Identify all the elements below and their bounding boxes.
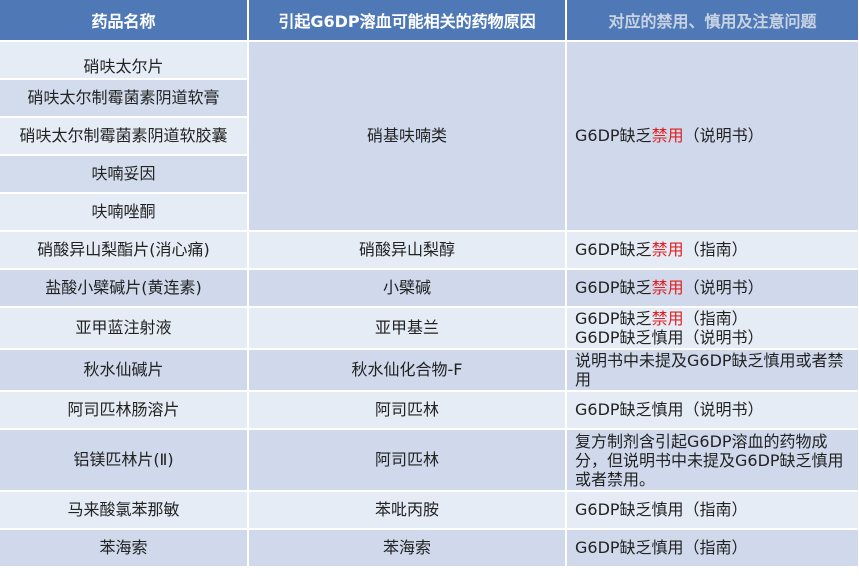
note-suffix: （说明书）	[683, 278, 764, 297]
table-row: 马来酸氯苯那敏 苯吡丙胺 G6DP缺乏慎用（指南）	[0, 491, 859, 530]
drug-name: 硝呋太尔制霉菌素阴道软胶囊	[0, 117, 249, 156]
cause-cell: 小檗碱	[248, 269, 567, 308]
table-row: 硝酸异山梨酯片(消心痛) 硝酸异山梨醇 G6DP缺乏禁用（指南）	[0, 231, 859, 270]
note-line-1: G6DP缺乏禁用（指南）	[575, 309, 852, 328]
drug-name: 阿司匹林肠溶片	[0, 391, 249, 430]
table-header-row: 药品名称 引起G6DP溶血可能相关的药物原因 对应的禁用、慎用及注意问题	[0, 0, 859, 42]
cause-cell: 亚甲基兰	[248, 307, 567, 350]
drug-name: 盐酸小檗碱片(黄连素)	[0, 269, 249, 308]
note-line-2: G6DP缺乏慎用（说明书）	[575, 328, 764, 347]
note-prefix: G6DP缺乏	[575, 240, 652, 259]
cause-cell: 硝酸异山梨醇	[248, 231, 567, 270]
note-cell: G6DP缺乏慎用（说明书）	[566, 391, 859, 430]
table-row: 硝呋太尔片 硝基呋喃类 G6DP缺乏禁用（说明书）	[0, 41, 859, 232]
drug-table-page: 药品名称 引起G6DP溶血可能相关的药物原因 对应的禁用、慎用及注意问题 硝呋太…	[0, 0, 859, 577]
table-row: 盐酸小檗碱片(黄连素) 小檗碱 G6DP缺乏禁用（说明书）	[0, 269, 859, 308]
drug-name: 硝呋太尔制霉菌素阴道软膏	[0, 79, 249, 118]
note-red: 禁用	[651, 240, 684, 259]
drug-name: 呋喃妥因	[0, 155, 249, 194]
table-row: 秋水仙碱片 秋水仙化合物-F 说明书中未提及G6DP缺乏慎用或者禁用	[0, 349, 859, 392]
cause-cell: 苯海索	[248, 529, 567, 568]
drug-name: 苯海索	[0, 529, 249, 568]
header-drug-name: 药品名称	[0, 0, 249, 42]
table-row: 铝镁匹林片(Ⅱ) 阿司匹林 复方制剂含引起G6DP溶血的药物成分，但说明书中未提…	[0, 429, 859, 492]
note-suffix: （说明书）	[683, 126, 764, 145]
note-red: 禁用	[651, 126, 684, 145]
note-suffix: （指南）	[683, 240, 748, 259]
note-suffix: （指南）	[683, 309, 748, 328]
table-row: 苯海索 苯海索 G6DP缺乏慎用（指南）	[0, 529, 859, 568]
cause-cell: 苯吡丙胺	[248, 491, 567, 530]
note-cell: 说明书中未提及G6DP缺乏慎用或者禁用	[566, 349, 859, 392]
cause-cell: 阿司匹林	[248, 429, 567, 492]
note-red: 禁用	[651, 309, 684, 328]
drug-name: 马来酸氯苯那敏	[0, 491, 249, 530]
note-prefix: G6DP缺乏	[575, 278, 652, 297]
note-cell: G6DP缺乏慎用（指南）	[566, 491, 859, 530]
note-cell: G6DP缺乏禁用（指南） G6DP缺乏慎用（说明书）	[566, 307, 859, 350]
drug-name: 铝镁匹林片(Ⅱ)	[0, 429, 249, 492]
note-cell: G6DP缺乏禁用（说明书）	[566, 41, 859, 232]
drug-name: 硝呋太尔片	[0, 41, 249, 80]
note-prefix: G6DP缺乏	[575, 309, 652, 328]
cause-cell: 阿司匹林	[248, 391, 567, 430]
note-cell: G6DP缺乏禁用（说明书）	[566, 269, 859, 308]
drug-name: 秋水仙碱片	[0, 349, 249, 392]
g6pd-drug-table: 药品名称 引起G6DP溶血可能相关的药物原因 对应的禁用、慎用及注意问题 硝呋太…	[0, 0, 859, 568]
table-row: 亚甲蓝注射液 亚甲基兰 G6DP缺乏禁用（指南） G6DP缺乏慎用（说明书）	[0, 307, 859, 350]
note-red: 禁用	[651, 278, 684, 297]
table-row: 阿司匹林肠溶片 阿司匹林 G6DP缺乏慎用（说明书）	[0, 391, 859, 430]
note-cell: G6DP缺乏慎用（指南）	[566, 529, 859, 568]
note-cell: G6DP缺乏禁用（指南）	[566, 231, 859, 270]
note-prefix: G6DP缺乏	[575, 126, 652, 145]
cause-cell: 秋水仙化合物-F	[248, 349, 567, 392]
drug-name: 硝酸异山梨酯片(消心痛)	[0, 231, 249, 270]
drug-name: 亚甲蓝注射液	[0, 307, 249, 350]
header-cause: 引起G6DP溶血可能相关的药物原因	[248, 0, 567, 42]
header-note: 对应的禁用、慎用及注意问题	[566, 0, 859, 42]
drug-name: 呋喃唑酮	[0, 193, 249, 232]
note-cell: 复方制剂含引起G6DP溶血的药物成分，但说明书中未提及G6DP缺乏慎用或者禁用。	[566, 429, 859, 492]
cause-cell: 硝基呋喃类	[248, 41, 567, 232]
